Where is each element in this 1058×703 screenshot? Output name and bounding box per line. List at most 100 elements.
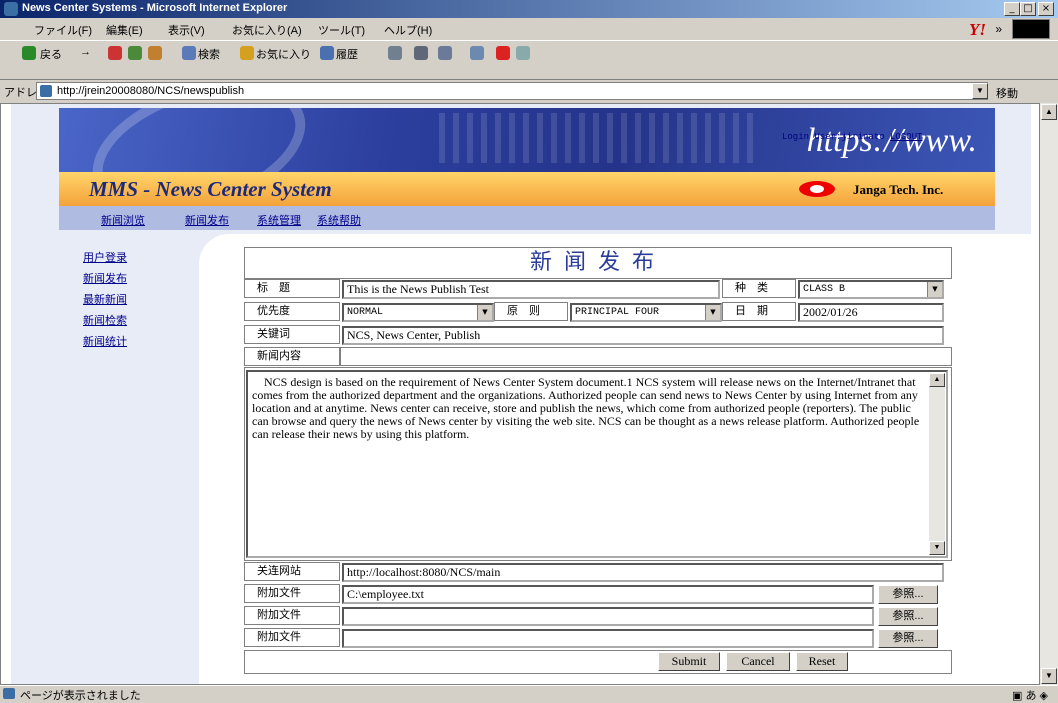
company-name: Janga Tech. Inc. [853,182,944,197]
chevron-down-icon: ▼ [705,305,720,320]
status-text: ページが表示されました [20,690,141,702]
keywords-input[interactable]: NCS, News Center, Publish [342,326,944,345]
scroll-down-icon[interactable]: ▼ [1041,668,1057,684]
attach-1-browse-button[interactable]: 参照... [878,585,938,604]
menu-bar: ファイル(F) 編集(E) 表示(V) お気に入り(A) ツール(T) ヘルプ(… [0,18,1058,41]
label-attach-3: 附加文件 [244,628,340,647]
refresh-icon[interactable] [128,46,142,60]
submit-button[interactable]: Submit [658,652,720,671]
chevron-down-icon: ▼ [477,305,492,320]
sidebar-item-latest[interactable]: 最新新闻 [83,291,127,307]
tray-icon[interactable]: ◈ [1040,690,1048,702]
address-dropdown-icon[interactable]: ▼ [972,83,988,99]
header-bar: MMS - News Center System Janga Tech. Inc… [59,172,995,206]
sidebar-item-search[interactable]: 新闻检索 [83,312,127,328]
address-url: http://jrein20008080/NCS/newspublish [57,85,245,97]
menu-favorites[interactable]: お気に入り(A) [232,22,302,38]
close-button[interactable]: × [1038,2,1054,16]
stop-icon[interactable] [108,46,122,60]
scroll-up-icon[interactable]: ▲ [1041,104,1057,120]
scroll-down-icon[interactable]: ▼ [929,541,945,555]
content-label-row [340,347,952,366]
yahoo-logo-icon: Y! [969,20,986,39]
attach-2-browse-button[interactable]: 参照... [878,607,938,626]
textarea-scrollbar[interactable]: ▲ ▼ [929,373,945,555]
sidebar-item-login[interactable]: 用户登录 [83,249,127,265]
logout-link[interactable]: LOGOUT [890,132,922,142]
scroll-up-icon[interactable]: ▲ [929,373,945,387]
sidebar-item-publish[interactable]: 新闻发布 [83,270,127,286]
principle-select[interactable]: PRINCIPAL FOUR ▼ [570,303,722,322]
favorites-icon[interactable] [240,46,254,60]
minimize-button[interactable]: _ [1004,2,1020,16]
form-title: 新闻发布 [244,247,952,279]
attach-1-input[interactable]: C:\employee.txt [342,585,874,604]
home-icon[interactable] [148,46,162,60]
input-mode-icon[interactable]: あ [1025,690,1036,702]
toolbar-chevron[interactable]: » [995,22,1002,36]
address-input[interactable]: http://jrein20008080/NCS/newspublish [36,82,988,100]
maximize-button[interactable]: □ [1020,2,1036,16]
related-icon[interactable] [516,46,530,60]
label-attach-2: 附加文件 [244,606,340,625]
mail-icon[interactable] [388,46,402,60]
login-info: Login User:jirinato LOGOUT [782,132,922,142]
attach-2-input[interactable] [342,607,874,626]
ie-icon [4,2,18,16]
nav-news-publish[interactable]: 新闻发布 [185,212,229,228]
attach-3-browse-button[interactable]: 参照... [878,629,938,648]
favorites-button[interactable]: お気に入り [256,46,311,62]
windows-logo-icon [1012,19,1050,39]
date-input[interactable]: 2002/01/26 [798,303,944,322]
attach-3-input[interactable] [342,629,874,648]
type-select-value: CLASS B [803,284,846,295]
top-nav: 新闻浏览 新闻发布 系统管理 系统帮助 [59,206,995,230]
news-body-textarea[interactable]: NCS design is based on the requirement o… [246,370,948,558]
label-attach-1: 附加文件 [244,584,340,603]
menu-view[interactable]: 表示(V) [168,22,205,38]
label-keywords: 关键词 [244,325,340,344]
messenger-icon[interactable] [496,46,510,60]
menu-tools[interactable]: ツール(T) [318,22,365,38]
edit-icon[interactable] [438,46,452,60]
chevron-down-icon: ▼ [927,282,942,297]
system-tray: ▣ あ ◈ [1012,687,1048,703]
banner-swirl [75,108,323,172]
priority-select[interactable]: NORMAL ▼ [342,303,494,322]
nav-system-help[interactable]: 系统帮助 [317,212,361,228]
type-select[interactable]: CLASS B ▼ [798,280,944,299]
label-date: 日 期 [722,302,796,321]
sidebar-item-stats[interactable]: 新闻统计 [83,333,127,349]
label-type: 种 类 [722,279,796,298]
history-icon[interactable] [320,46,334,60]
menu-edit[interactable]: 編集(E) [106,22,143,38]
go-button[interactable]: 移動 [996,85,1018,101]
ime-icon[interactable]: ▣ [1012,690,1022,702]
menu-help[interactable]: ヘルプ(H) [384,22,432,38]
system-name: MMS - News Center System [89,177,332,201]
cancel-button[interactable]: Cancel [726,652,790,671]
print-icon[interactable] [414,46,428,60]
banner-pattern [439,113,759,163]
page-status-icon [3,688,15,699]
label-principle: 原 则 [494,302,568,321]
label-related: 关连网站 [244,562,340,581]
nav-system-admin[interactable]: 系统管理 [257,212,301,228]
forward-button[interactable]: → [80,46,91,58]
back-icon[interactable] [22,46,36,60]
headline-input[interactable]: This is the News Publish Test [342,280,720,299]
label-priority: 优先度 [244,302,340,321]
nav-news-browse[interactable]: 新闻浏览 [101,212,145,228]
history-button[interactable]: 履歴 [336,46,358,62]
search-button[interactable]: 検索 [198,46,220,62]
page-icon [40,85,52,97]
menu-file[interactable]: ファイル(F) [34,22,92,38]
address-bar: アドレス(D) http://jrein20008080/NCS/newspub… [0,80,1058,102]
reset-button[interactable]: Reset [796,652,848,671]
related-site-input[interactable]: http://localhost:8080/NCS/main [342,563,944,582]
page-scrollbar[interactable]: ▲ ▼ [1040,103,1058,685]
discuss-icon[interactable] [470,46,484,60]
back-button[interactable]: 戻る [40,46,62,62]
browser-toolbar: 戻る → 検索 お気に入り 履歴 [0,41,1058,80]
search-icon[interactable] [182,46,196,60]
